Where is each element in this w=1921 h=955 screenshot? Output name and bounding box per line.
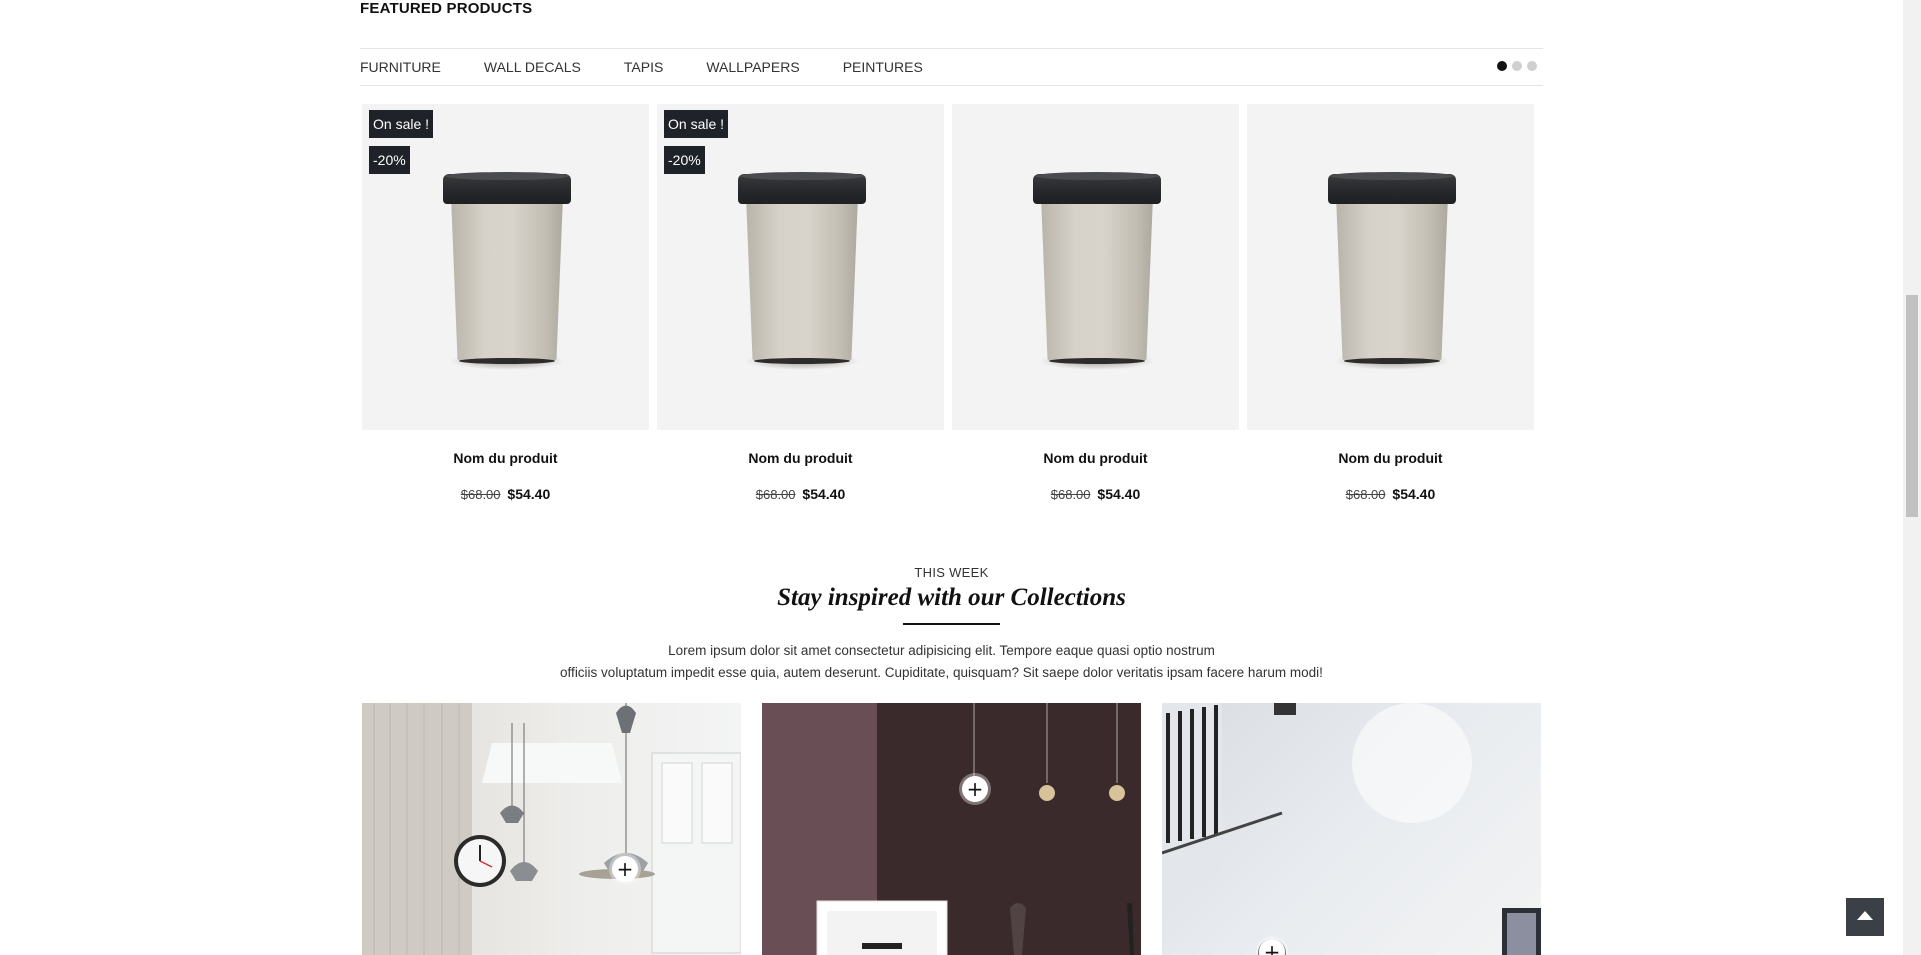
product-card[interactable]: Nom du produit $68.00 $54.40 [1247,104,1534,502]
collection-image[interactable]: + [762,703,1141,955]
sale-badge: On sale ! [369,110,434,138]
old-price: $68.00 [1050,487,1091,502]
collection-image[interactable]: + [362,703,741,955]
cup-image [443,172,571,370]
cup-image [1033,172,1161,370]
tab-furniture[interactable]: FURNITURE [360,59,441,75]
product-name[interactable]: Nom du produit [1247,450,1534,466]
current-price: $54.40 [802,486,846,502]
category-tabs: FURNITURE WALL DECALS TAPIS WALLPAPERS P… [360,48,1543,86]
tab-wall-decals[interactable]: WALL DECALS [484,59,581,75]
description-line: officiis voluptatum impedit esse quia, a… [560,665,1323,680]
carousel-dot[interactable] [1497,61,1507,71]
collection-image[interactable]: + [1162,703,1541,955]
page-scrollbar[interactable] [1903,0,1921,955]
product-grid: On sale ! -20% Nom du produit $68.00 $54… [362,104,1538,502]
product-name[interactable]: Nom du produit [362,450,649,466]
carousel-dot[interactable] [1527,61,1537,71]
old-price: $68.00 [460,487,501,502]
collection-gallery: + + + [362,703,1542,955]
hotspot-plus-button[interactable]: + [612,856,638,882]
product-image[interactable]: On sale ! -20% [657,104,944,430]
chevron-up-icon [1857,911,1873,920]
section-subtitle: THIS WEEK [914,565,989,580]
price-row: $68.00 $54.40 [657,486,944,502]
discount-badge: -20% [664,146,705,174]
old-price: $68.00 [1345,487,1386,502]
scrollbar-thumb[interactable] [1906,295,1918,517]
tab-tapis[interactable]: TAPIS [624,59,663,75]
heading-underline [903,623,1000,625]
price-row: $68.00 $54.40 [362,486,649,502]
current-price: $54.40 [507,486,551,502]
hotspot-plus-button[interactable]: + [962,776,988,802]
sale-badge: On sale ! [664,110,729,138]
carousel-dots [1497,61,1537,71]
current-price: $54.40 [1097,486,1141,502]
back-to-top-button[interactable] [1846,898,1884,936]
price-row: $68.00 $54.40 [952,486,1239,502]
cup-image [1328,172,1456,370]
product-image[interactable] [1247,104,1534,430]
product-card[interactable]: On sale ! -20% Nom du produit $68.00 $54… [657,104,944,502]
featured-products-title: FEATURED PRODUCTS [360,0,533,17]
product-name[interactable]: Nom du produit [657,450,944,466]
product-image[interactable] [952,104,1239,430]
section-description: Lorem ipsum dolor sit amet consectetur a… [0,640,1883,684]
room-illustration [1162,703,1541,955]
section-heading: Stay inspired with our Collections [777,584,1126,611]
price-row: $68.00 $54.40 [1247,486,1534,502]
product-image[interactable]: On sale ! -20% [362,104,649,430]
tab-peintures[interactable]: PEINTURES [843,59,923,75]
discount-badge: -20% [369,146,410,174]
product-card[interactable]: On sale ! -20% Nom du produit $68.00 $54… [362,104,649,502]
room-illustration [762,703,1141,955]
room-illustration [362,703,741,955]
old-price: $68.00 [755,487,796,502]
product-name[interactable]: Nom du produit [952,450,1239,466]
product-card[interactable]: Nom du produit $68.00 $54.40 [952,104,1239,502]
cup-image [738,172,866,370]
description-line: Lorem ipsum dolor sit amet consectetur a… [668,643,1215,658]
current-price: $54.40 [1392,486,1436,502]
tab-wallpapers[interactable]: WALLPAPERS [706,59,799,75]
carousel-dot[interactable] [1512,61,1522,71]
